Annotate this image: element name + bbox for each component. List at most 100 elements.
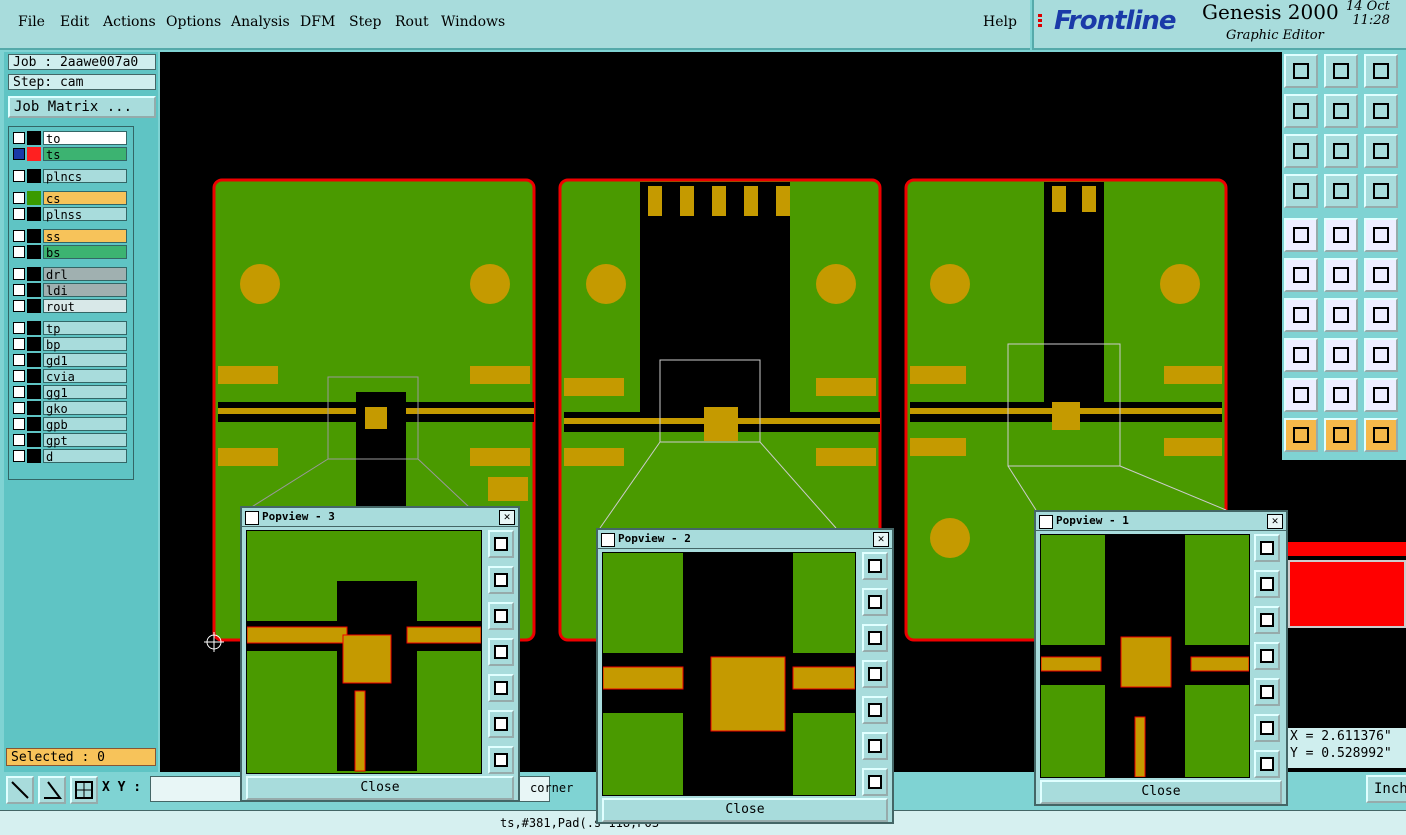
popview-2-titlebar[interactable]: Popview - 2 ✕ (598, 530, 892, 549)
menu-help[interactable]: Help (983, 14, 1017, 30)
pan-down-button[interactable] (488, 602, 514, 630)
units-button[interactable]: Inch (1366, 775, 1406, 803)
menu-edit[interactable]: Edit (60, 14, 89, 30)
pan-left-button[interactable] (1284, 94, 1318, 128)
pan-up-button[interactable] (862, 588, 888, 616)
draw-mode-button[interactable] (6, 776, 34, 804)
layer-checkbox[interactable] (13, 284, 25, 296)
popview-1-titlebar[interactable]: Popview - 1 ✕ (1036, 512, 1286, 531)
cut-line-button[interactable] (1324, 338, 1358, 372)
pan-right-button[interactable] (1254, 678, 1280, 706)
pan-down-button[interactable] (1254, 606, 1280, 634)
popview-2-close-button[interactable]: Close (602, 798, 888, 822)
menu-options[interactable]: Options (166, 14, 221, 30)
pointer-button[interactable] (1284, 418, 1318, 452)
rotate-tool-button[interactable] (1364, 298, 1398, 332)
pan-right-button[interactable] (862, 696, 888, 724)
menu-file[interactable]: File (18, 14, 45, 30)
menu-analysis[interactable]: Analysis (231, 14, 290, 30)
move-tool-button[interactable] (1364, 258, 1398, 292)
add-pad-button[interactable] (1284, 338, 1318, 372)
layer-row[interactable]: rout (13, 299, 131, 314)
snap-button[interactable] (70, 776, 98, 804)
pan-right-button[interactable] (488, 674, 514, 702)
pan-up-button[interactable] (1254, 570, 1280, 598)
zoom-fit-button[interactable] (1284, 134, 1318, 168)
pan-up-button[interactable] (488, 566, 514, 594)
view-up-button[interactable] (1284, 54, 1318, 88)
popview-2-canvas[interactable] (602, 552, 856, 796)
layer-row[interactable]: ss (13, 229, 131, 244)
view-down-button[interactable] (1324, 54, 1358, 88)
layer-checkbox[interactable] (13, 230, 25, 242)
layer-checkbox[interactable] (13, 338, 25, 350)
menu-step[interactable]: Step (349, 14, 381, 30)
close-icon[interactable]: ✕ (1267, 514, 1283, 529)
menu-dfm[interactable]: DFM (300, 14, 335, 30)
dimension-tool-button[interactable] (1364, 338, 1398, 372)
popview-1-canvas[interactable] (1040, 534, 1250, 778)
pan-left-button[interactable] (862, 660, 888, 688)
layer-checkbox[interactable] (13, 418, 25, 430)
delete-tool-button[interactable] (1324, 258, 1358, 292)
layer-row[interactable]: plnss (13, 207, 131, 222)
layer-row[interactable]: gpt (13, 433, 131, 448)
layer-row[interactable]: ldi (13, 283, 131, 298)
layer-checkbox[interactable] (13, 434, 25, 446)
layer-checkbox[interactable] (13, 192, 25, 204)
layer-checkbox[interactable] (13, 246, 25, 258)
line-tool-button[interactable] (1324, 298, 1358, 332)
popview-3-canvas[interactable] (246, 530, 482, 774)
layer-row[interactable]: tp (13, 321, 131, 336)
home-button[interactable] (1364, 54, 1398, 88)
zoom-in-button[interactable] (862, 732, 888, 760)
layer-row[interactable]: gg1 (13, 385, 131, 400)
zoom-out-button[interactable] (488, 746, 514, 774)
pan-left-button[interactable] (1254, 642, 1280, 670)
pan-right-button[interactable] (1324, 94, 1358, 128)
popview-3-titlebar[interactable]: Popview - 3 ✕ (242, 508, 518, 527)
pointer-edit-button[interactable] (1324, 418, 1358, 452)
layer-checkbox[interactable] (13, 386, 25, 398)
layer-row[interactable]: gd1 (13, 353, 131, 368)
zoom-in-button[interactable] (488, 710, 514, 738)
popview-1-close-button[interactable]: Close (1040, 780, 1282, 804)
layer-row[interactable]: gpb (13, 417, 131, 432)
layer-row[interactable]: cs (13, 191, 131, 206)
grid-tool-button[interactable] (1324, 174, 1358, 208)
layer-row[interactable]: bp (13, 337, 131, 352)
zoom-out-button[interactable] (1254, 750, 1280, 778)
zoom-out-button[interactable] (862, 768, 888, 796)
layer-row[interactable]: drl (13, 267, 131, 282)
layer-row[interactable]: bs (13, 245, 131, 260)
measure-button[interactable] (38, 776, 66, 804)
close-icon[interactable]: ✕ (499, 510, 515, 525)
ruler-button[interactable] (1364, 218, 1398, 252)
layer-checkbox[interactable] (13, 208, 25, 220)
menu-actions[interactable]: Actions (103, 14, 156, 30)
layer-checkbox[interactable] (13, 322, 25, 334)
job-matrix-button[interactable]: Job Matrix ... (8, 96, 156, 118)
layer-checkbox[interactable] (13, 132, 25, 144)
pan-left-button[interactable] (488, 638, 514, 666)
layer-row[interactable]: ts (13, 147, 131, 162)
draw-line-button[interactable] (1324, 218, 1358, 252)
layer-row[interactable]: cvia (13, 369, 131, 384)
zoom-center-button[interactable] (1324, 134, 1358, 168)
menu-rout[interactable]: Rout (395, 14, 429, 30)
layer-checkbox[interactable] (13, 450, 25, 462)
layer-row[interactable]: to (13, 131, 131, 146)
snap-triangle-button[interactable] (1284, 378, 1318, 412)
layer-row[interactable]: d (13, 449, 131, 464)
snap-apex-button[interactable] (1324, 378, 1358, 412)
select-pad-button[interactable] (1284, 218, 1318, 252)
zoom-fit-button[interactable] (488, 530, 514, 558)
undo-view-button[interactable] (1364, 94, 1398, 128)
layer-checkbox[interactable] (13, 354, 25, 366)
zoom-1-2-button[interactable] (1364, 134, 1398, 168)
zoom-in-button[interactable] (1254, 714, 1280, 742)
layer-checkbox[interactable] (13, 300, 25, 312)
measure-tool-button[interactable] (1284, 174, 1318, 208)
zoom-fit-button[interactable] (1254, 534, 1280, 562)
menu-windows[interactable]: Windows (441, 14, 505, 30)
